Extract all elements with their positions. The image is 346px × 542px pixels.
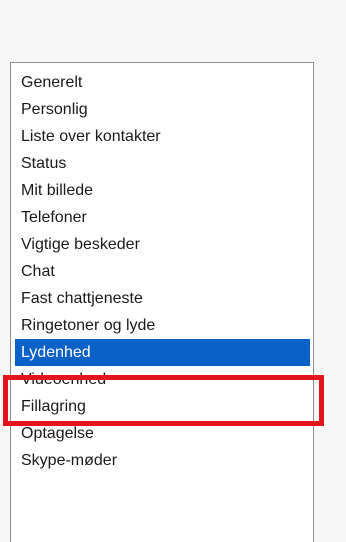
options-window: Generelt Personlig Liste over kontakter … xyxy=(0,0,346,542)
list-item-ringetoner-og-lyde[interactable]: Ringetoner og lyde xyxy=(11,312,313,339)
list-item-fast-chattjeneste[interactable]: Fast chattjeneste xyxy=(11,285,313,312)
list-item-personlig[interactable]: Personlig xyxy=(11,96,313,123)
list-item-liste-over-kontakter[interactable]: Liste over kontakter xyxy=(11,123,313,150)
list-item-videoenhed[interactable]: Videoenhed xyxy=(11,366,313,393)
list-item-skype-moder[interactable]: Skype-møder xyxy=(11,447,313,474)
list-item-chat[interactable]: Chat xyxy=(11,258,313,285)
list-item-optagelse[interactable]: Optagelse xyxy=(11,420,313,447)
settings-category-list[interactable]: Generelt Personlig Liste over kontakter … xyxy=(10,62,314,542)
settings-category-items: Generelt Personlig Liste over kontakter … xyxy=(11,69,313,474)
list-item-generelt[interactable]: Generelt xyxy=(11,69,313,96)
list-item-vigtige-beskeder[interactable]: Vigtige beskeder xyxy=(11,231,313,258)
list-item-status[interactable]: Status xyxy=(11,150,313,177)
list-item-lydenhed[interactable]: Lydenhed xyxy=(15,339,310,366)
list-item-fillagring[interactable]: Fillagring xyxy=(11,393,313,420)
list-item-mit-billede[interactable]: Mit billede xyxy=(11,177,313,204)
list-item-telefoner[interactable]: Telefoner xyxy=(11,204,313,231)
